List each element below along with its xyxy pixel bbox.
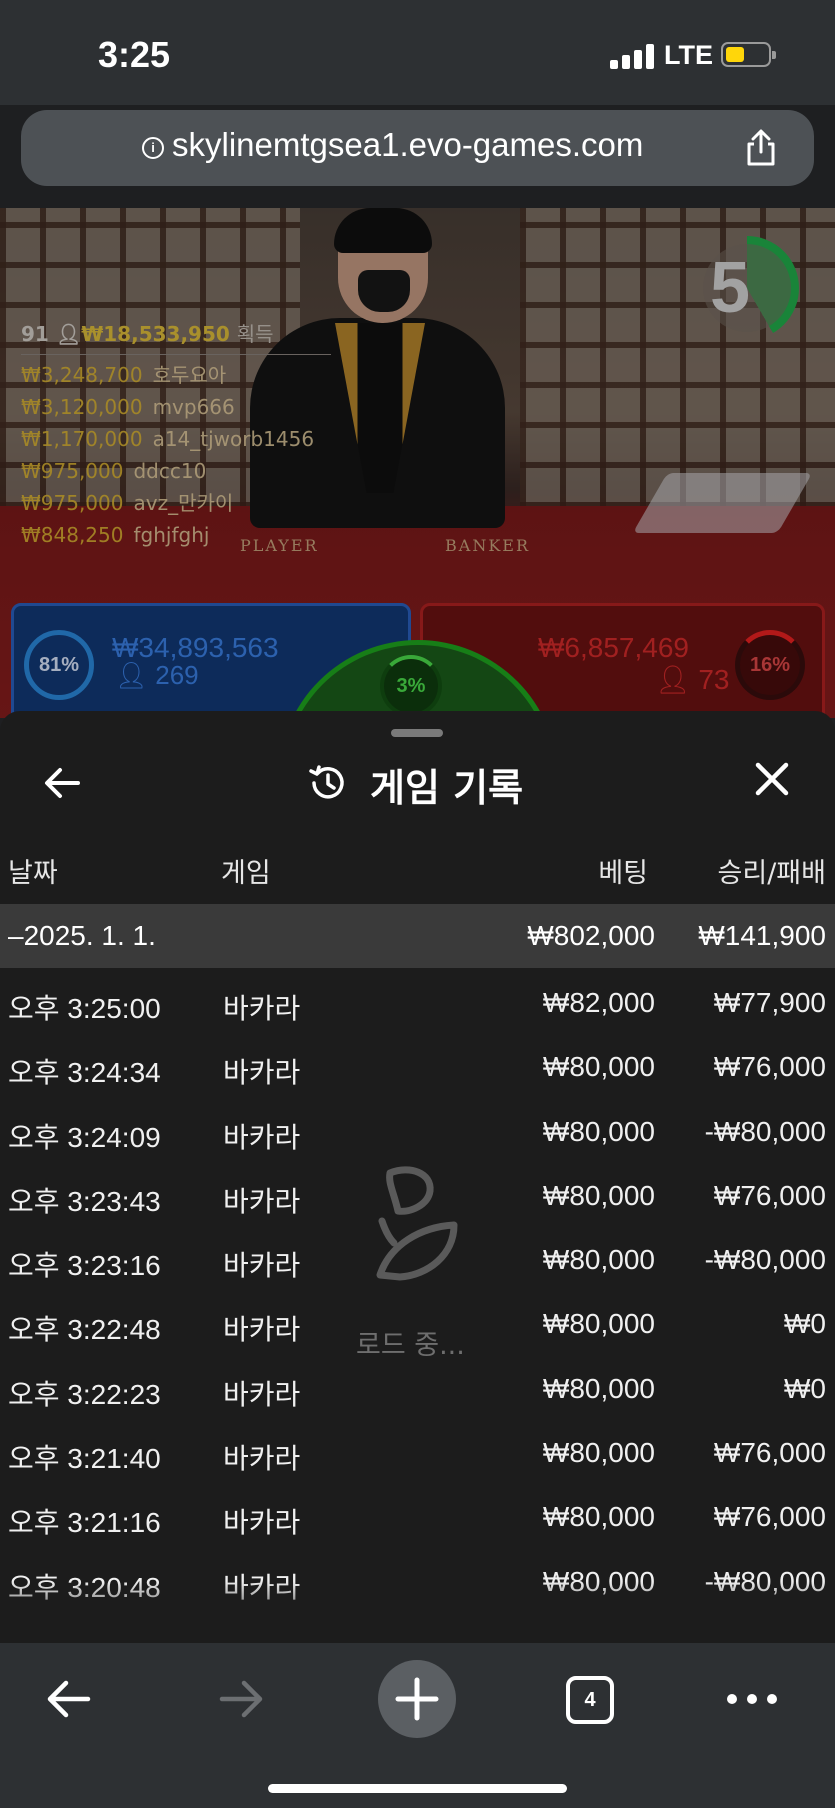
loading-text: 로드 중...	[356, 1330, 465, 1361]
column-header-game[interactable]: 게임	[221, 851, 271, 890]
banker-count: 👤︎ 73	[655, 664, 730, 695]
countdown-number: 5	[709, 248, 751, 328]
back-arrow-icon[interactable]	[40, 1671, 96, 1727]
person-icon: 👤︎	[115, 660, 149, 690]
column-header-win-loss[interactable]: 승리/패배	[718, 851, 826, 890]
table-row[interactable]: 오후 3:24:34 바카라 ₩80,000 ₩76,000	[0, 1033, 835, 1097]
table-row[interactable]: 오후 3:21:40 바카라 ₩80,000 ₩76,000	[0, 1419, 835, 1483]
new-tab-button[interactable]	[378, 1660, 456, 1738]
date-group-row[interactable]: –2025. 1. 1. ₩802,000 ₩141,900	[0, 904, 835, 968]
info-icon[interactable]: i	[142, 137, 164, 159]
battery-icon	[721, 42, 776, 67]
column-header-date[interactable]: 날짜	[8, 851, 58, 890]
banker-percent: 16%	[735, 630, 805, 700]
network-type: LTE	[664, 40, 713, 70]
share-icon[interactable]	[741, 128, 781, 168]
forward-arrow-icon[interactable]	[214, 1671, 270, 1727]
address-bar[interactable]: i skylinemtgsea1.evo-games.com	[21, 110, 814, 186]
table-row[interactable]: 오후 3:24:09 바카라 ₩80,000 -₩80,000	[0, 1098, 835, 1162]
table-row[interactable]: 오후 3:25:00 바카라 ₩82,000 ₩77,900	[0, 969, 835, 1033]
date-group-date: –2025. 1. 1.	[8, 920, 156, 951]
close-icon[interactable]	[750, 757, 794, 801]
history-icon	[309, 765, 344, 799]
winner-row: ₩3,120,000 mvp666	[21, 395, 235, 419]
column-header-bet[interactable]: 베팅	[598, 851, 648, 890]
player-count: 👤︎ 269	[115, 660, 199, 690]
person-icon: 👤︎	[655, 664, 691, 695]
winners-header: 91 👤︎₩18,533,950 획득	[21, 322, 274, 346]
loading-spinner-icon	[376, 1166, 458, 1281]
sheet-title: 게임 기록	[370, 766, 524, 810]
background-screen	[520, 208, 835, 508]
tie-percent: 3%	[380, 655, 442, 717]
winner-row: ₩848,250 fghjfghj	[21, 523, 210, 547]
status-bar: 3:25 LTE	[0, 0, 835, 105]
person-icon: 👤︎	[55, 322, 82, 346]
signal-icon	[610, 44, 655, 69]
tabs-button[interactable]: 4	[566, 1676, 614, 1724]
winner-row: ₩3,248,700 호두요아	[21, 363, 227, 387]
winner-row: ₩975,000 avz_만카이	[21, 491, 234, 515]
back-arrow-icon[interactable]	[40, 761, 84, 805]
home-indicator[interactable]	[268, 1784, 567, 1793]
status-time: 3:25	[98, 34, 171, 75]
table-row[interactable]: 오후 3:22:23 바카라 ₩80,000 ₩0	[0, 1355, 835, 1419]
winners-list: 91 👤︎₩18,533,950 획득 ₩3,248,700 호두요아 ₩3,12…	[21, 318, 331, 551]
plus-icon	[395, 1677, 439, 1721]
player-percent: 81%	[24, 630, 94, 700]
table-label-banker: BANKER	[445, 536, 530, 555]
drag-handle[interactable]	[391, 729, 443, 737]
game-history-sheet: 게임 기록 날짜 게임 베팅 승리/패배 –2025. 1. 1. ₩802,0…	[0, 711, 835, 1643]
table-row[interactable]: 오후 3:21:16 바카라 ₩80,000 ₩76,000	[0, 1483, 835, 1547]
url-text[interactable]: skylinemtgsea1.evo-games.com	[172, 126, 643, 164]
browser-toolbar: 4	[0, 1643, 835, 1808]
winner-row: ₩975,000 ddcc10	[21, 459, 207, 483]
more-icon[interactable]	[725, 1692, 779, 1706]
banker-amount: ₩6,857,469	[538, 632, 689, 663]
date-group-bet: ₩802,000	[527, 920, 655, 951]
winner-row: ₩1,170,000 a14_tjworb1456	[21, 427, 315, 451]
date-group-win-loss: ₩141,900	[698, 920, 826, 951]
history-rows: 오후 3:25:00 바카라 ₩82,000 ₩77,900 오후 3:24:34 바카…	[0, 969, 835, 1612]
